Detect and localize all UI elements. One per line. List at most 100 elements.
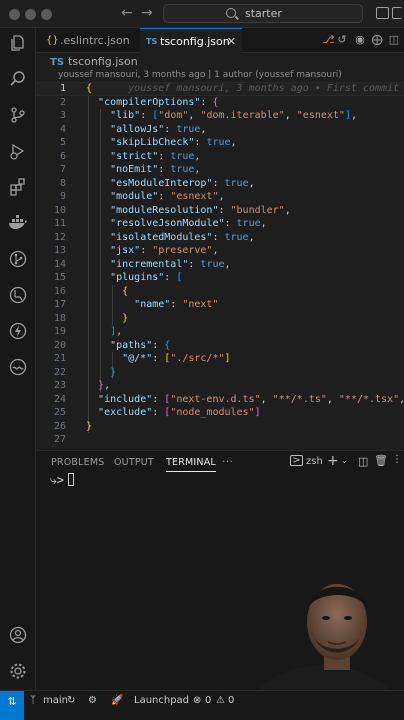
command-center-search[interactable]: starter: [163, 4, 363, 23]
line-number: 13: [53, 245, 66, 256]
code-line[interactable]: 23 },: [36, 379, 404, 393]
split-editor-icon[interactable]: ◫: [388, 34, 400, 46]
code-line[interactable]: 20 "paths": {: [36, 339, 404, 353]
code-line[interactable]: 21 "@/*": ["./src/*"]: [36, 352, 404, 366]
timeline-back-icon[interactable]: ↺: [336, 34, 348, 46]
terminal-shell-name[interactable]: zsh: [306, 456, 323, 467]
chevron-down-icon[interactable]: ⌄: [341, 456, 348, 465]
line-number: 8: [59, 177, 66, 189]
code-text: "incremental": true,: [110, 258, 231, 270]
prompt-symbol: ⤷>: [50, 473, 64, 487]
code-line[interactable]: 4 "allowJs": true,: [36, 123, 404, 137]
typescript-file-icon: TS: [50, 57, 65, 68]
code-line[interactable]: 12 "isolatedModules": true,: [36, 231, 404, 245]
code-line[interactable]: 16 {: [36, 285, 404, 299]
code-editor[interactable]: 1 { youssef mansouri, 3 months ago • Firs…: [36, 80, 404, 446]
error-count[interactable]: 0: [205, 695, 211, 706]
terminal-icon: >: [290, 455, 303, 466]
code-line[interactable]: 27: [36, 433, 404, 446]
code-line[interactable]: 17 "name": "next": [36, 298, 404, 312]
tab-tsconfig[interactable]: TS tsconfig.json ✕: [140, 28, 242, 53]
arrow-right-icon[interactable]: →: [141, 5, 153, 21]
warning-count[interactable]: 0: [228, 695, 234, 706]
account-icon[interactable]: [8, 626, 28, 646]
code-line[interactable]: 5 "skipLibCheck": true,: [36, 136, 404, 150]
code-line[interactable]: 1 { youssef mansouri, 3 months ago • Firs…: [36, 82, 404, 96]
toggle-sidebar-icon[interactable]: [376, 7, 389, 19]
minimize-window-button[interactable]: [25, 9, 36, 20]
code-line[interactable]: 3 "lib": ["dom", "dom.iterable", "esnext…: [36, 109, 404, 123]
code-line[interactable]: 24 "include": ["next-env.d.ts", "**/*.ts…: [36, 393, 404, 407]
code-line[interactable]: 2 "compilerOptions": {: [36, 96, 404, 110]
extensions-icon[interactable]: [8, 178, 28, 198]
code-line[interactable]: 7 "noEmit": true,: [36, 163, 404, 177]
code-line[interactable]: 22 }: [36, 366, 404, 380]
code-text: "strict": true,: [110, 150, 201, 162]
code-text: "paths": {: [110, 339, 171, 351]
git-blame-header[interactable]: youssef mansouri, 3 months ago | 1 autho…: [58, 70, 342, 80]
arrow-left-icon[interactable]: ←: [121, 5, 133, 21]
trash-icon[interactable]: 🗑: [374, 454, 388, 467]
line-number: 16: [53, 285, 66, 297]
search-icon[interactable]: [8, 70, 28, 90]
code-text: "esModuleInterop": true,: [110, 177, 255, 189]
close-tab-icon[interactable]: ✕: [227, 29, 236, 54]
remote-indicator-icon[interactable]: ⇅: [0, 691, 24, 720]
code-line[interactable]: 14 "incremental": true,: [36, 258, 404, 272]
files-icon[interactable]: [8, 34, 28, 54]
tab-label: .eslintrc.json: [60, 34, 130, 47]
code-line[interactable]: 18 }: [36, 312, 404, 326]
branch-name[interactable]: main: [43, 695, 68, 706]
line-number: 25: [53, 407, 66, 418]
tab-terminal[interactable]: TERMINAL: [166, 457, 216, 472]
code-line[interactable]: 9 "module": "esnext",: [36, 190, 404, 204]
git-compare-icon[interactable]: ⎇: [322, 34, 335, 46]
rocket-icon: 🚀: [111, 695, 124, 706]
code-text: ],: [110, 326, 123, 337]
code-line[interactable]: 6 "strict": true,: [36, 150, 404, 164]
line-number: 27: [53, 434, 66, 445]
tab-eslintrc[interactable]: {} .eslintrc.json: [40, 28, 136, 53]
open-changes-icon[interactable]: ◉: [354, 34, 366, 46]
code-line[interactable]: 19 ],: [36, 325, 404, 339]
terminal-prompt[interactable]: ⤷>: [50, 473, 74, 488]
close-window-button[interactable]: [9, 9, 20, 20]
code-text: "module": "esnext",: [110, 191, 225, 202]
tab-problems[interactable]: PROBLEMS: [51, 457, 104, 468]
line-number: 14: [53, 258, 66, 270]
maximize-window-button[interactable]: [41, 9, 52, 20]
settings-gear-icon[interactable]: [8, 662, 28, 682]
lightning-icon[interactable]: [8, 322, 28, 342]
new-terminal-icon[interactable]: +: [327, 453, 339, 469]
run-debug-icon[interactable]: [8, 142, 28, 162]
code-text: "@/*": ["./src/*"]: [122, 353, 231, 364]
panel-more-icon[interactable]: ···: [222, 455, 233, 468]
docker-icon[interactable]: [8, 214, 28, 234]
live-share-icon[interactable]: [8, 358, 28, 378]
code-line[interactable]: 11 "resolveJsonModule": true,: [36, 217, 404, 231]
toggle-panel-icon[interactable]: [392, 7, 402, 19]
more-actions-icon[interactable]: ⋮: [392, 454, 402, 465]
code-text: "resolveJsonModule": true,: [110, 218, 267, 229]
code-line[interactable]: 26}: [36, 420, 404, 434]
typescript-file-icon: TS: [146, 37, 158, 46]
breadcrumb[interactable]: TS tsconfig.json: [50, 55, 138, 68]
source-control-graph-icon[interactable]: ⚙: [88, 695, 97, 706]
code-line[interactable]: 8 "esModuleInterop": true,: [36, 177, 404, 191]
code-line[interactable]: 10 "moduleResolution": "bundler",: [36, 204, 404, 218]
launchpad-label[interactable]: Launchpad: [134, 695, 189, 706]
git-graph-icon[interactable]: [8, 250, 28, 270]
source-control-icon[interactable]: [8, 106, 28, 126]
code-text: "moduleResolution": "bundler",: [110, 204, 291, 216]
code-text: { youssef mansouri, 3 months ago • First…: [86, 83, 400, 94]
split-terminal-icon[interactable]: ◫: [358, 455, 368, 468]
code-line[interactable]: 15 "plugins": [: [36, 271, 404, 285]
next-change-icon[interactable]: ⨁: [371, 34, 383, 46]
remote-explorer-icon[interactable]: [8, 286, 28, 306]
code-line[interactable]: 13 "jsx": "preserve",: [36, 244, 404, 258]
line-number: 7: [59, 164, 66, 175]
sync-icon[interactable]: ↻: [67, 695, 75, 706]
code-line[interactable]: 25 "exclude": ["node_modules"]: [36, 406, 404, 420]
code-text: "allowJs": true,: [110, 123, 207, 135]
tab-output[interactable]: OUTPUT: [114, 457, 154, 468]
